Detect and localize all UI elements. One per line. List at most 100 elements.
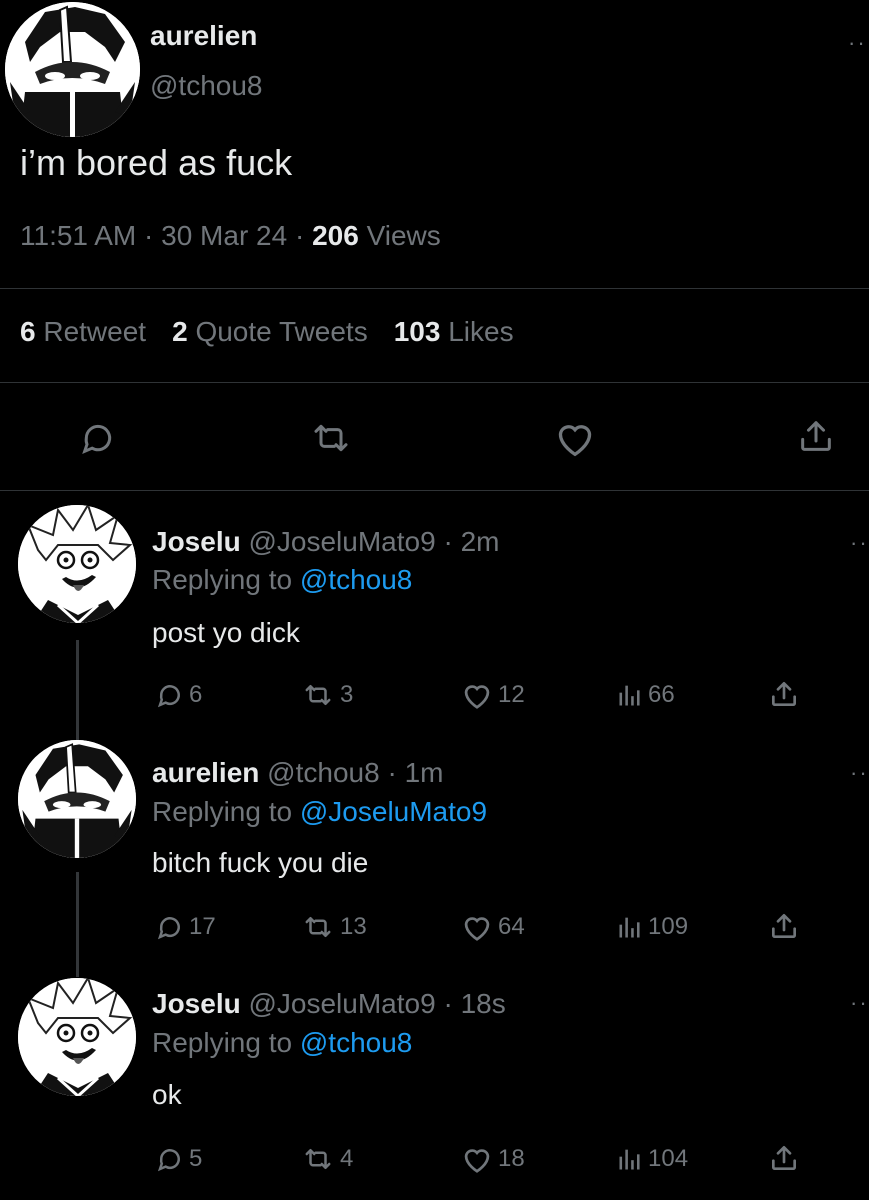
tweet-date[interactable]: 30 Mar 24 — [161, 220, 287, 251]
more-options-icon[interactable]: ·· — [850, 990, 869, 1016]
reply-avatar[interactable] — [18, 740, 136, 858]
like-icon — [460, 1144, 494, 1174]
more-options-icon[interactable]: ·· — [848, 30, 867, 56]
views-count: 206 — [312, 220, 359, 251]
replying-to-handle[interactable]: @tchou8 — [300, 564, 413, 595]
like-icon — [460, 912, 494, 942]
reply-action-bar: 6 3 12 66 — [0, 676, 869, 716]
share-icon — [768, 678, 800, 710]
views-button[interactable]: 109 — [616, 912, 688, 942]
reply-time[interactable]: 1m — [405, 757, 444, 788]
reply-author-name[interactable]: Joselu — [152, 526, 241, 557]
tweet-time[interactable]: 11:51 AM — [20, 220, 136, 251]
views-icon — [616, 680, 644, 710]
more-options-icon[interactable]: ·· — [850, 530, 869, 556]
meta-separator: · — [443, 988, 453, 1019]
like-button[interactable]: 12 — [460, 680, 525, 710]
reply-author-handle[interactable]: @tchou8 — [267, 757, 380, 788]
retweet-icon — [300, 680, 336, 710]
reply-avatar[interactable] — [18, 505, 136, 623]
quotes-stat[interactable]: 2 Quote Tweets — [172, 316, 368, 347]
divider — [0, 288, 869, 289]
quotes-label: Quote Tweets — [195, 316, 368, 347]
author-name[interactable]: aurelien — [150, 20, 257, 52]
meta-separator: · — [387, 757, 397, 788]
reply-button[interactable]: 5 — [155, 1144, 202, 1174]
likes-label: Likes — [448, 316, 514, 347]
divider — [0, 490, 869, 491]
reply-icon — [155, 1144, 185, 1174]
reply-text: bitch fuck you die — [152, 847, 369, 878]
reply-author-name[interactable]: Joselu — [152, 988, 241, 1019]
likes-stat[interactable]: 103 Likes — [394, 316, 514, 347]
reply-action-bar: 5 4 18 104 — [0, 1140, 869, 1180]
share-button[interactable] — [768, 678, 800, 710]
views-button[interactable]: 66 — [616, 680, 675, 710]
retweet-button[interactable]: 3 — [300, 680, 353, 710]
replying-to: Replying to @JoseluMato9 — [152, 796, 487, 828]
reply-text: post yo dick — [152, 617, 300, 648]
reply-author-handle[interactable]: @JoseluMato9 — [248, 526, 435, 557]
reply-button[interactable]: 6 — [155, 680, 202, 710]
meta-separator: · — [294, 220, 305, 251]
reply-header: aurelien @tchou8 · 1m — [152, 757, 443, 789]
tweet-stats: 6 Retweet 2 Quote Tweets 103 Likes — [20, 316, 514, 348]
reply-time[interactable]: 18s — [461, 988, 506, 1019]
share-icon[interactable] — [796, 416, 836, 456]
reply-button[interactable]: 17 — [155, 912, 216, 942]
retweet-icon — [300, 1144, 336, 1174]
share-button[interactable] — [768, 910, 800, 942]
like-icon — [460, 680, 494, 710]
more-options-icon[interactable]: ·· — [850, 760, 869, 786]
share-button[interactable] — [768, 1142, 800, 1174]
reply-header: Joselu @JoseluMato9 · 2m — [152, 526, 499, 558]
replying-to: Replying to @tchou8 — [152, 564, 412, 596]
reply-header: Joselu @JoseluMato9 · 18s — [152, 988, 506, 1020]
meta-separator: · — [443, 526, 453, 557]
like-button[interactable]: 18 — [460, 1144, 525, 1174]
retweet-icon — [300, 912, 336, 942]
views-count: 104 — [648, 1145, 689, 1172]
views-icon — [616, 1144, 644, 1174]
views-button[interactable]: 104 — [616, 1144, 688, 1174]
replying-to: Replying to @tchou8 — [152, 1027, 412, 1059]
retweet-count: 13 — [340, 913, 367, 940]
reply-time[interactable]: 2m — [461, 526, 500, 557]
reply-count: 5 — [189, 1145, 203, 1172]
like-button[interactable]: 64 — [460, 912, 525, 942]
tweet-text: i’m bored as fuck — [20, 142, 293, 183]
share-icon — [768, 910, 800, 942]
share-icon — [768, 1142, 800, 1174]
like-icon[interactable] — [553, 418, 597, 458]
replying-to-label: Replying to — [152, 564, 293, 595]
reply-count: 17 — [189, 913, 216, 940]
reply-action-bar: 17 13 64 109 — [0, 908, 869, 948]
reply-avatar[interactable] — [18, 978, 136, 1096]
author-handle[interactable]: @tchou8 — [150, 70, 263, 102]
reply-text: ok — [152, 1079, 182, 1110]
retweets-count: 6 — [20, 316, 36, 347]
views-count: 109 — [648, 913, 689, 940]
replying-to-handle[interactable]: @tchou8 — [300, 1027, 413, 1058]
retweet-button[interactable]: 4 — [300, 1144, 353, 1174]
divider — [0, 382, 869, 383]
views-count: 66 — [648, 681, 675, 708]
views-icon — [616, 912, 644, 942]
tweet-meta: 11:51 AM · 30 Mar 24 · 206 Views — [20, 220, 441, 252]
reply-icon[interactable] — [78, 418, 118, 458]
retweet-icon[interactable] — [308, 418, 354, 458]
replying-to-handle[interactable]: @JoseluMato9 — [300, 796, 487, 827]
likes-count: 103 — [393, 316, 441, 347]
retweet-button[interactable]: 13 — [300, 912, 367, 942]
like-count: 64 — [498, 913, 525, 940]
replying-to-label: Replying to — [152, 796, 293, 827]
reply-author-name[interactable]: aurelien — [152, 757, 259, 788]
retweets-label: Retweet — [43, 316, 147, 347]
like-count: 12 — [498, 681, 525, 708]
like-count: 18 — [498, 1145, 525, 1172]
retweets-stat[interactable]: 6 Retweet — [20, 316, 146, 347]
replying-to-label: Replying to — [152, 1027, 293, 1058]
quotes-count: 2 — [172, 316, 188, 347]
main-tweet-avatar[interactable] — [5, 2, 140, 137]
reply-author-handle[interactable]: @JoseluMato9 — [248, 988, 435, 1019]
